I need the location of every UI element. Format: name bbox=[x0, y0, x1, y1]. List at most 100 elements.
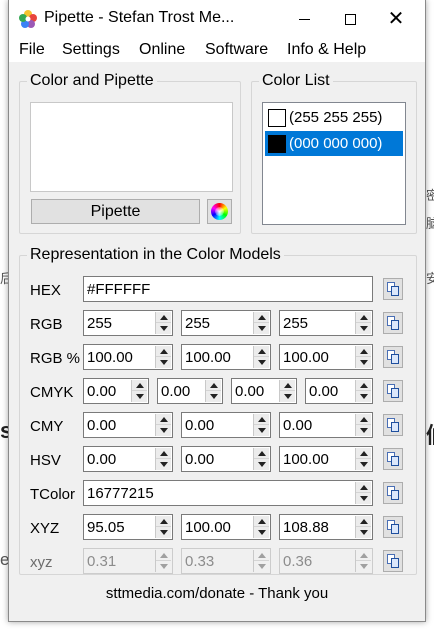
color-list[interactable]: (255 255 255) (000 000 000) bbox=[262, 102, 406, 225]
copy-rgb-button[interactable] bbox=[383, 312, 403, 334]
xyz-x-spinner[interactable]: 95.05 bbox=[83, 514, 173, 540]
spin-up-icon[interactable] bbox=[254, 414, 269, 425]
spin-down-icon[interactable] bbox=[254, 459, 269, 470]
spin-up-icon[interactable] bbox=[156, 516, 171, 527]
rgb-r-spinner[interactable]: 255 bbox=[83, 310, 173, 336]
spin-buttons[interactable] bbox=[355, 380, 371, 402]
spin-up-icon[interactable] bbox=[156, 448, 171, 459]
hsv-v-spinner[interactable]: 100.00 bbox=[279, 446, 373, 472]
spin-buttons[interactable] bbox=[155, 346, 171, 368]
menu-settings[interactable]: Settings bbox=[62, 41, 120, 59]
minimize-button[interactable] bbox=[281, 0, 327, 38]
rgbp-b-spinner[interactable]: 100.00 bbox=[279, 344, 373, 370]
cmyk-m-spinner[interactable]: 0.00 bbox=[157, 378, 223, 404]
copy-cmyk-button[interactable] bbox=[383, 380, 403, 402]
spin-up-icon[interactable] bbox=[356, 482, 371, 493]
cmyk-c-spinner[interactable]: 0.00 bbox=[83, 378, 149, 404]
spin-buttons[interactable] bbox=[355, 312, 371, 334]
spin-down-icon[interactable] bbox=[254, 357, 269, 368]
menu-online[interactable]: Online bbox=[139, 41, 185, 59]
cmy-m-spinner[interactable]: 0.00 bbox=[181, 412, 271, 438]
cmy-y-spinner[interactable]: 0.00 bbox=[279, 412, 373, 438]
copy-rgb-percent-button[interactable] bbox=[383, 346, 403, 368]
spin-down-icon[interactable] bbox=[356, 323, 371, 334]
spin-buttons[interactable] bbox=[253, 312, 269, 334]
spin-down-icon[interactable] bbox=[254, 527, 269, 538]
rgb-g-spinner[interactable]: 255 bbox=[181, 310, 271, 336]
spin-buttons[interactable] bbox=[355, 482, 371, 504]
spin-down-icon[interactable] bbox=[254, 323, 269, 334]
spin-up-icon[interactable] bbox=[356, 414, 371, 425]
xyz-z-spinner[interactable]: 108.88 bbox=[279, 514, 373, 540]
copy-tcolor-button[interactable] bbox=[383, 482, 403, 504]
spin-buttons[interactable] bbox=[355, 414, 371, 436]
spin-buttons[interactable] bbox=[131, 380, 147, 402]
spin-up-icon[interactable] bbox=[356, 448, 371, 459]
menu-info-help[interactable]: Info & Help bbox=[287, 41, 366, 59]
spin-buttons[interactable] bbox=[253, 516, 269, 538]
spin-down-icon[interactable] bbox=[254, 425, 269, 436]
title-bar[interactable]: Pipette - Stefan Trost Me... ✕ bbox=[9, 0, 425, 38]
spin-down-icon[interactable] bbox=[156, 357, 171, 368]
spin-up-icon[interactable] bbox=[254, 516, 269, 527]
spin-buttons[interactable] bbox=[205, 380, 221, 402]
spin-up-icon[interactable] bbox=[254, 346, 269, 357]
spin-up-icon[interactable] bbox=[254, 312, 269, 323]
spin-up-icon[interactable] bbox=[156, 414, 171, 425]
spin-down-icon[interactable] bbox=[206, 391, 221, 402]
spin-buttons[interactable] bbox=[279, 380, 295, 402]
spin-up-icon[interactable] bbox=[206, 380, 221, 391]
spin-down-icon[interactable] bbox=[356, 425, 371, 436]
copy-hsv-button[interactable] bbox=[383, 448, 403, 470]
spin-down-icon[interactable] bbox=[356, 391, 371, 402]
donate-link[interactable]: sttmedia.com/donate - Thank you bbox=[9, 585, 425, 602]
color-wheel-button[interactable] bbox=[207, 199, 232, 224]
spin-buttons[interactable] bbox=[155, 312, 171, 334]
copy-xyz-button[interactable] bbox=[383, 516, 403, 538]
spin-up-icon[interactable] bbox=[156, 312, 171, 323]
list-item[interactable]: (255 255 255) bbox=[265, 105, 403, 130]
spin-down-icon[interactable] bbox=[280, 391, 295, 402]
cmyk-y-spinner[interactable]: 0.00 bbox=[231, 378, 297, 404]
spin-down-icon[interactable] bbox=[132, 391, 147, 402]
spin-down-icon[interactable] bbox=[156, 459, 171, 470]
spin-buttons[interactable] bbox=[155, 414, 171, 436]
maximize-button[interactable] bbox=[327, 0, 373, 38]
spin-down-icon[interactable] bbox=[156, 425, 171, 436]
spin-down-icon[interactable] bbox=[356, 493, 371, 504]
spin-buttons[interactable] bbox=[155, 448, 171, 470]
spin-up-icon[interactable] bbox=[356, 312, 371, 323]
spin-down-icon[interactable] bbox=[356, 527, 371, 538]
tcolor-spinner[interactable]: 16777215 bbox=[83, 480, 373, 506]
close-button[interactable]: ✕ bbox=[373, 0, 419, 38]
copy-hex-button[interactable] bbox=[383, 278, 403, 300]
spin-down-icon[interactable] bbox=[156, 323, 171, 334]
spin-buttons[interactable] bbox=[253, 448, 269, 470]
rgbp-g-spinner[interactable]: 100.00 bbox=[181, 344, 271, 370]
spin-down-icon[interactable] bbox=[356, 459, 371, 470]
copy-xyz-chromaticity-button[interactable] bbox=[383, 550, 403, 572]
spin-buttons[interactable] bbox=[355, 516, 371, 538]
spin-up-icon[interactable] bbox=[254, 448, 269, 459]
spin-down-icon[interactable] bbox=[156, 527, 171, 538]
xyz-y-spinner[interactable]: 100.00 bbox=[181, 514, 271, 540]
spin-up-icon[interactable] bbox=[280, 380, 295, 391]
spin-up-icon[interactable] bbox=[156, 346, 171, 357]
hsv-h-spinner[interactable]: 0.00 bbox=[83, 446, 173, 472]
spin-up-icon[interactable] bbox=[356, 380, 371, 391]
menu-software[interactable]: Software bbox=[205, 41, 268, 59]
copy-cmy-button[interactable] bbox=[383, 414, 403, 436]
cmyk-k-spinner[interactable]: 0.00 bbox=[305, 378, 373, 404]
rgb-b-spinner[interactable]: 255 bbox=[279, 310, 373, 336]
spin-buttons[interactable] bbox=[355, 448, 371, 470]
spin-buttons[interactable] bbox=[253, 346, 269, 368]
pipette-button[interactable]: Pipette bbox=[31, 199, 200, 224]
spin-buttons[interactable] bbox=[253, 414, 269, 436]
spin-up-icon[interactable] bbox=[356, 346, 371, 357]
list-item-selected[interactable]: (000 000 000) bbox=[265, 131, 403, 156]
spin-buttons[interactable] bbox=[155, 516, 171, 538]
spin-down-icon[interactable] bbox=[356, 357, 371, 368]
hsv-s-spinner[interactable]: 0.00 bbox=[181, 446, 271, 472]
cmy-c-spinner[interactable]: 0.00 bbox=[83, 412, 173, 438]
menu-file[interactable]: File bbox=[19, 41, 45, 59]
